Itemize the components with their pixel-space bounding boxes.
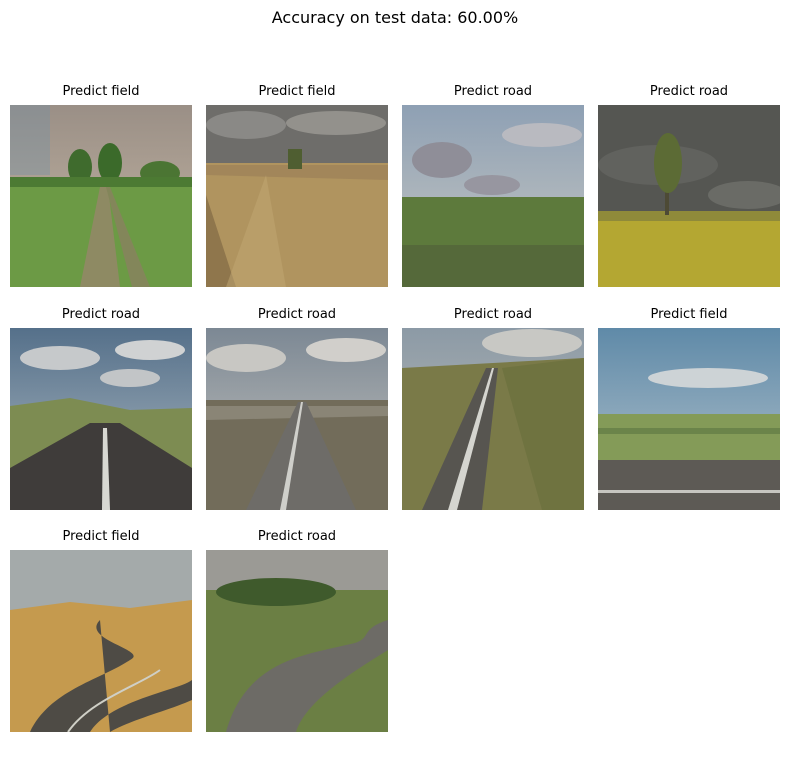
prediction-caption: Predict road [453, 307, 533, 322]
photo-wheat-harvest [206, 105, 388, 287]
image-panel: Predict road [206, 304, 388, 510]
prediction-caption: Predict field [650, 307, 728, 322]
image-panel: Predict road [402, 81, 584, 287]
photo-crossroad-marked [206, 328, 388, 510]
prediction-caption: Predict road [257, 307, 337, 322]
photo-roadside-plain [598, 328, 780, 510]
prediction-caption: Predict field [258, 84, 336, 99]
prediction-caption: Predict road [649, 84, 729, 99]
image-panel: Predict road [598, 81, 780, 287]
image-panel: Predict field [206, 81, 388, 287]
prediction-caption: Predict road [61, 307, 141, 322]
prediction-caption: Predict field [62, 529, 140, 544]
prediction-caption: Predict road [453, 84, 533, 99]
photo-rapeseed-tree [598, 105, 780, 287]
photo-green-field-sky [402, 105, 584, 287]
photo-dirt-track-meadow [10, 105, 192, 287]
image-panel: Predict field [598, 304, 780, 510]
prediction-caption: Predict road [257, 529, 337, 544]
image-panel: Predict field [10, 81, 192, 287]
image-panel: Predict field [10, 526, 192, 732]
figure-title: Accuracy on test data: 60.00% [271, 8, 519, 27]
image-panel: Predict road [402, 304, 584, 510]
photo-desert-road [10, 550, 192, 732]
photo-country-road-hills [10, 328, 192, 510]
image-panel: Predict road [10, 304, 192, 510]
prediction-caption: Predict field [62, 84, 140, 99]
photo-curving-road-hill [402, 328, 584, 510]
image-panel: Predict road [206, 526, 388, 732]
photo-winding-road-forest [206, 550, 388, 732]
